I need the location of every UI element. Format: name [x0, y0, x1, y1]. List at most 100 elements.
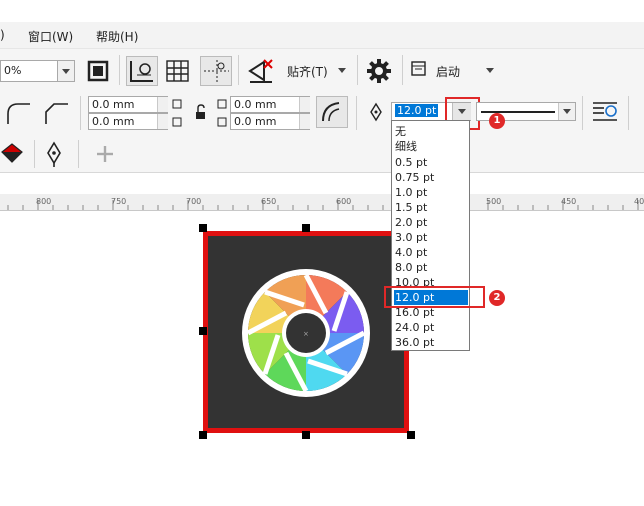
dropdown-item[interactable]: 1.5 pt — [394, 200, 468, 215]
relative-corner-scaling-button[interactable] — [316, 96, 348, 128]
selection-handle[interactable] — [302, 224, 310, 232]
separator — [78, 140, 79, 168]
separator — [357, 55, 358, 85]
text-wrap-button[interactable] — [590, 98, 620, 126]
ruler-label: 40 — [634, 197, 644, 206]
dropdown-item[interactable]: 24.0 pt — [394, 320, 468, 335]
chevron-down-icon — [62, 69, 70, 74]
chevron-down-icon[interactable] — [338, 68, 346, 73]
selection-handle[interactable] — [302, 431, 310, 439]
text-wrap-icon — [593, 102, 617, 121]
dropdown-item[interactable]: 0.75 pt — [394, 170, 468, 185]
ruler-label: 500 — [486, 197, 502, 206]
separator — [582, 96, 583, 130]
zoom-dropdown-button[interactable] — [58, 60, 75, 82]
pen-nib-icon — [368, 102, 384, 122]
zoom-level-input[interactable]: 0% — [0, 60, 58, 82]
svg-text:×: × — [303, 330, 309, 338]
ruler-label: 600 — [336, 197, 352, 206]
line-style-preview — [481, 111, 555, 113]
menu-fragment[interactable]: ) — [0, 28, 5, 42]
fill-tool-button[interactable] — [0, 140, 26, 168]
corner-selector-icon — [216, 98, 228, 128]
unlock-icon — [196, 104, 205, 119]
outline-width-value: 12.0 pt — [395, 104, 439, 117]
selection-handle[interactable] — [199, 224, 207, 232]
corner-radius-bottom-right-input[interactable]: 0.0 mm — [230, 113, 310, 130]
spinner-arrows[interactable] — [299, 114, 310, 129]
chevron-down-icon[interactable] — [486, 68, 494, 73]
ruler-label: 800 — [36, 197, 52, 206]
plus-icon — [97, 146, 113, 162]
snap-off-button[interactable] — [246, 56, 276, 86]
corner-scaling-icon — [322, 102, 340, 122]
dropdown-item[interactable]: 无 — [394, 124, 468, 139]
highlight-box-selected-item — [384, 286, 485, 308]
rulers-icon — [130, 61, 153, 82]
dropdown-item[interactable]: 3.0 pt — [394, 230, 468, 245]
callout-badge-1: 1 — [489, 113, 505, 129]
guidelines-icon — [204, 60, 229, 83]
show-guidelines-button[interactable] — [200, 56, 232, 86]
launch-icon — [410, 60, 428, 78]
dropdown-item[interactable]: 4.0 pt — [394, 245, 468, 260]
separator — [402, 55, 403, 85]
separator — [238, 55, 239, 85]
horizontal-ruler[interactable]: 800 750 700 650 600 500 450 40 — [0, 194, 644, 211]
full-screen-button[interactable] — [85, 58, 111, 84]
separator — [34, 140, 35, 168]
menu-help[interactable]: 帮助(H) — [96, 28, 138, 45]
dropdown-item[interactable]: 0.5 pt — [394, 155, 468, 170]
corner-radius-top-right-input[interactable]: 0.0 mm — [230, 96, 310, 113]
snap-to-label[interactable]: 贴齐(T) — [287, 63, 328, 80]
snap-off-icon — [248, 59, 273, 83]
add-button[interactable] — [94, 143, 116, 165]
corner-radius-top-left-input[interactable]: 0.0 mm — [88, 96, 168, 113]
grid-icon — [166, 60, 189, 82]
ruler-label: 700 — [186, 197, 202, 206]
menu-bar: ) 窗口(W) 帮助(H) — [0, 22, 644, 48]
chamfer-corner-button[interactable] — [42, 100, 72, 126]
corner-radius-bottom-left-input[interactable]: 0.0 mm — [88, 113, 168, 130]
show-rulers-button[interactable] — [126, 56, 158, 86]
dropdown-item[interactable]: 2.0 pt — [394, 215, 468, 230]
dropdown-item[interactable]: 细线 — [394, 139, 468, 154]
outline-pen-button[interactable] — [44, 141, 68, 169]
launch-label[interactable]: 启动 — [436, 63, 460, 80]
chevron-down-icon — [563, 109, 571, 114]
line-style-dropdown-button[interactable] — [558, 103, 575, 120]
full-screen-icon — [87, 60, 109, 82]
selection-handle[interactable] — [407, 431, 415, 439]
separator — [628, 96, 629, 130]
ruler-label: 750 — [111, 197, 127, 206]
dropdown-item[interactable]: 36.0 pt — [394, 335, 468, 350]
options-button[interactable] — [365, 57, 393, 85]
selection-handle[interactable] — [199, 327, 207, 335]
separator — [356, 96, 357, 130]
menu-window[interactable]: 窗口(W) — [28, 28, 73, 45]
corner-selector-icon — [172, 98, 184, 128]
ruler-label: 450 — [561, 197, 577, 206]
dropdown-item[interactable]: 1.0 pt — [394, 185, 468, 200]
spinner-arrows[interactable] — [299, 97, 310, 112]
show-grid-button[interactable] — [165, 58, 191, 84]
fill-bucket-icon — [1, 143, 23, 163]
separator — [80, 96, 81, 130]
corner-round-icon — [7, 103, 30, 124]
dropdown-item[interactable]: 8.0 pt — [394, 260, 468, 275]
lock-ratio-button[interactable] — [194, 104, 208, 120]
selection-handle[interactable] — [199, 431, 207, 439]
ruler-ticks — [7, 200, 639, 210]
outline-width-dropdown-list: 无 细线 0.5 pt 0.75 pt 1.0 pt 1.5 pt 2.0 pt… — [391, 120, 470, 351]
standard-toolbar: 0% 贴齐(T) 启动 — [0, 48, 644, 92]
callout-badge-2: 2 — [489, 290, 505, 306]
toolbox-row — [0, 136, 644, 173]
property-bar: 0.0 mm 0.0 mm 0.0 mm 0.0 mm 12.0 pt — [0, 90, 644, 137]
round-corner-button[interactable] — [4, 100, 34, 126]
corner-chamfer-icon — [45, 103, 68, 124]
gear-icon — [367, 59, 391, 83]
spinner-arrows[interactable] — [157, 114, 168, 129]
selected-rectangle[interactable]: × — [203, 231, 409, 433]
separator — [119, 55, 120, 85]
spinner-arrows[interactable] — [157, 97, 168, 112]
